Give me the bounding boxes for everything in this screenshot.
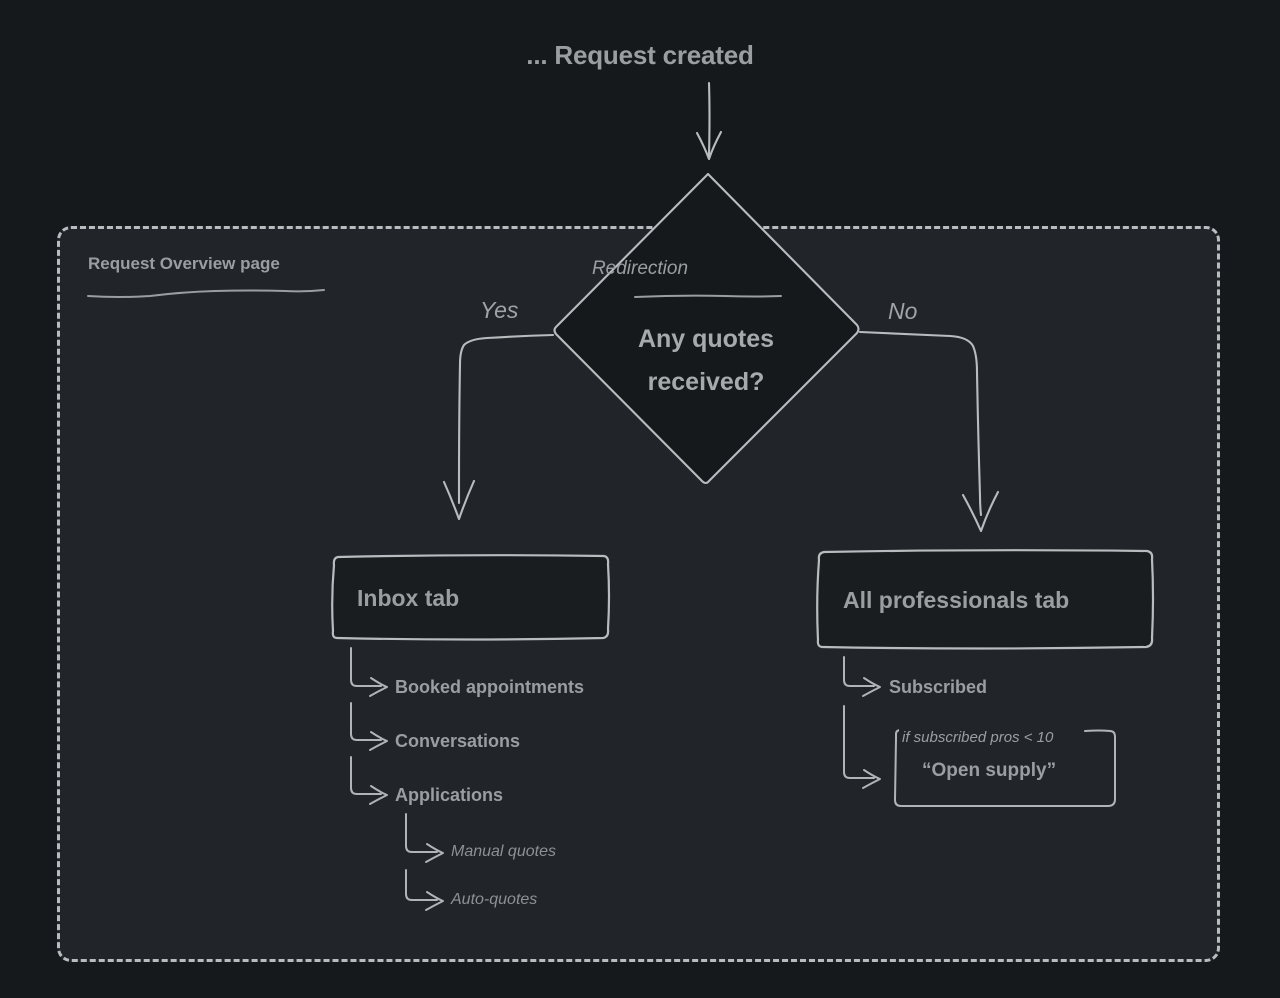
item-open-supply: “Open supply” [922, 760, 1057, 781]
branch-label-no: No [888, 298, 918, 324]
arrow-title-to-decision [695, 81, 723, 161]
branch-label-yes: Yes [480, 297, 519, 323]
diagram-title: ... Request created [526, 40, 754, 70]
flowchart-canvas: ... Request created Request Overview pag… [0, 0, 1280, 998]
decision-question-label: Any quotes received? [556, 318, 856, 404]
item-subscribed: Subscribed [889, 677, 988, 697]
inbox-tab-label[interactable]: Inbox tab [357, 585, 459, 612]
decision-question-line2: received? [647, 368, 765, 396]
all-professionals-tab-label[interactable]: All professionals tab [843, 587, 1069, 614]
decision-question-line1: Any quotes [637, 325, 775, 353]
item-manual-quotes: Manual quotes [451, 843, 556, 860]
item-booked-appointments: Booked appointments [395, 677, 585, 697]
item-applications: Applications [395, 785, 504, 805]
open-supply-condition-label: if subscribed pros < 10 [899, 729, 1057, 746]
item-auto-quotes: Auto-quotes [451, 891, 538, 908]
item-conversations: Conversations [395, 731, 521, 751]
decision-kind-label: Redirection [591, 258, 689, 279]
